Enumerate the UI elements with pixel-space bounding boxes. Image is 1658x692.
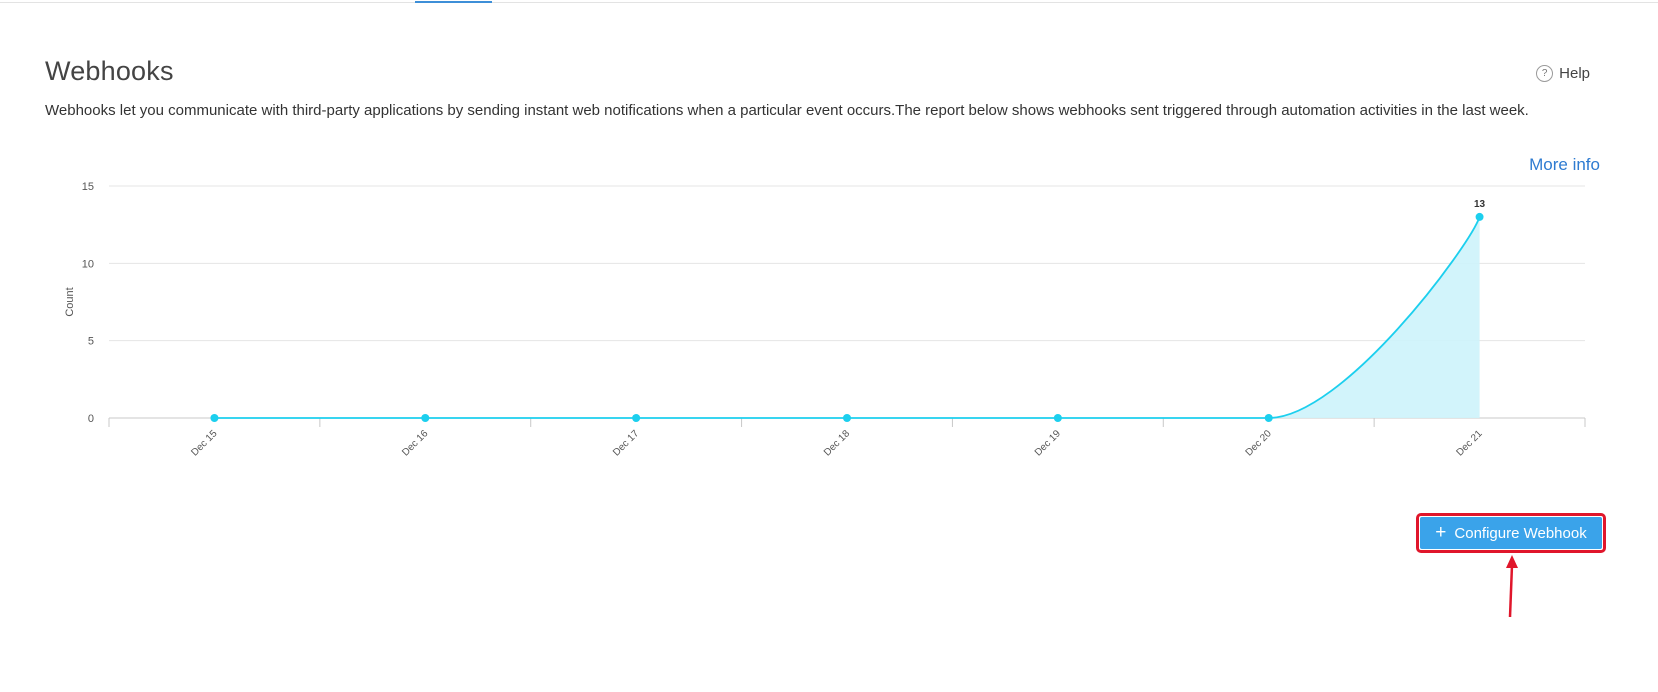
data-point xyxy=(843,414,851,422)
y-axis-label: Count xyxy=(64,287,76,316)
configure-webhook-button[interactable]: + Configure Webhook xyxy=(1420,517,1602,549)
data-point xyxy=(632,414,641,422)
y-tick-label: 0 xyxy=(88,413,94,425)
data-point xyxy=(1264,414,1273,422)
data-label: 13 xyxy=(1474,199,1486,210)
series-area xyxy=(214,216,1480,418)
x-tick-label: Dec 21 xyxy=(1455,428,1485,458)
data-point xyxy=(421,414,430,422)
data-point xyxy=(210,414,219,422)
x-tick-label: Dec 17 xyxy=(611,428,641,458)
series-line xyxy=(214,216,1481,419)
x-tick-label: Dec 16 xyxy=(400,428,430,458)
data-point xyxy=(1053,414,1062,422)
webhooks-page: Webhooks ? Help Webhooks let you communi… xyxy=(0,0,1658,692)
webhooks-chart: 0 5 10 15 Count Dec 15 Dec 16 Dec 17 Dec 18 Dec 1… xyxy=(64,181,1586,459)
x-tick-label: Dec 18 xyxy=(822,428,852,458)
configure-webhook-label: Configure Webhook xyxy=(1454,524,1587,542)
data-point xyxy=(1475,212,1484,221)
x-tick-label: Dec 19 xyxy=(1033,428,1063,458)
y-tick-label: 10 xyxy=(82,258,94,270)
y-tick-label: 5 xyxy=(88,336,94,348)
annotation-arrow xyxy=(1506,555,1518,618)
x-tick-label: Dec 20 xyxy=(1244,428,1274,458)
plus-icon: + xyxy=(1435,521,1447,543)
y-tick-label: 15 xyxy=(82,181,94,193)
x-tick-label: Dec 15 xyxy=(189,428,219,458)
